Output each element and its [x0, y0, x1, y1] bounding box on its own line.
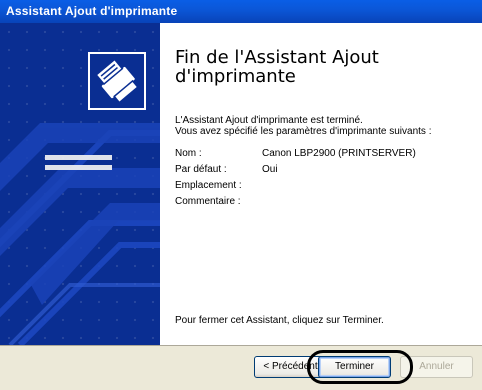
field-label-comment: Commentaire : — [175, 196, 241, 207]
field-label-default: Par défaut : — [175, 164, 227, 175]
window-title: Assistant Ajout d'imprimante — [6, 4, 178, 18]
field-label-name: Nom : — [175, 148, 202, 159]
wizard-heading: Fin de l'Assistant Ajout d'imprimante — [175, 47, 379, 87]
field-label-location: Emplacement : — [175, 180, 242, 191]
wizard-side-panel — [0, 23, 160, 345]
finish-button-highlight-ring — [307, 350, 413, 384]
add-printer-wizard-window: Assistant Ajout d'imprimante Fin de l'As… — [0, 0, 482, 390]
intro-line-2: Vous avez spécifié les paramètres d'impr… — [175, 126, 432, 137]
wizard-content: Fin de l'Assistant Ajout d'imprimante L'… — [0, 23, 482, 345]
title-bar[interactable]: Assistant Ajout d'imprimante — [0, 0, 482, 23]
field-value-name: Canon LBP2900 (PRINTSERVER) — [262, 148, 416, 159]
printer-wizard-icon — [88, 52, 146, 110]
closing-instruction: Pour fermer cet Assistant, cliquez sur T… — [175, 315, 384, 326]
field-value-default: Oui — [262, 164, 278, 175]
